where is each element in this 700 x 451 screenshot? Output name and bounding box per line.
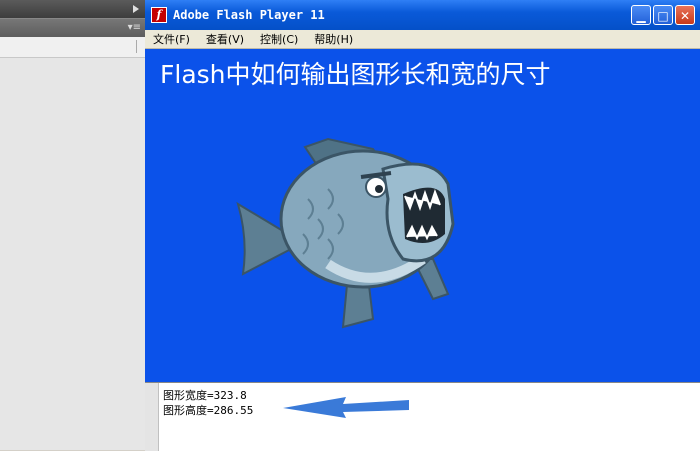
minimize-button[interactable]: ▁	[631, 5, 651, 25]
pointer-arrow-annotation	[283, 397, 409, 418]
panel-subheader-bar[interactable]: ▾≡	[0, 18, 145, 37]
close-button[interactable]: ✕	[675, 5, 695, 25]
output-line-width: 图形宽度=323.8	[163, 389, 247, 402]
panel-header-bar[interactable]	[0, 0, 145, 18]
menu-bar: 文件(F) 查看(V) 控制(C) 帮助(H)	[145, 30, 700, 49]
stage-title: Flash中如何输出图形长和宽的尺寸	[160, 60, 551, 89]
flash-stage: Flash中如何输出图形长和宽的尺寸	[145, 49, 700, 382]
output-gutter	[145, 383, 159, 451]
menu-help[interactable]: 帮助(H)	[306, 31, 361, 47]
panel-options-icon[interactable]: ▾≡	[128, 23, 141, 33]
panel-toolbar	[0, 37, 145, 58]
output-line-height: 图形高度=286.55	[163, 404, 254, 417]
flash-player-window: f Adobe Flash Player 11 ▁ □ ✕ 文件(F) 查看(V…	[145, 0, 700, 451]
expand-arrow-icon[interactable]	[133, 5, 139, 13]
piranha-fish-graphic	[236, 137, 455, 329]
ide-left-panel: ▾≡	[0, 0, 146, 450]
title-bar[interactable]: f Adobe Flash Player 11 ▁ □ ✕	[145, 0, 700, 30]
menu-control[interactable]: 控制(C)	[252, 31, 306, 47]
maximize-icon: □	[657, 9, 669, 23]
panel-divider	[136, 40, 137, 53]
menu-view[interactable]: 查看(V)	[198, 31, 252, 47]
flash-player-icon: f	[151, 7, 167, 23]
close-icon: ✕	[679, 9, 691, 23]
window-title: Adobe Flash Player 11	[173, 8, 325, 22]
maximize-button[interactable]: □	[653, 5, 673, 25]
output-panel: 图形宽度=323.8 图形高度=286.55	[145, 382, 700, 451]
minimize-icon: ▁	[636, 9, 646, 23]
menu-file[interactable]: 文件(F)	[145, 31, 198, 47]
